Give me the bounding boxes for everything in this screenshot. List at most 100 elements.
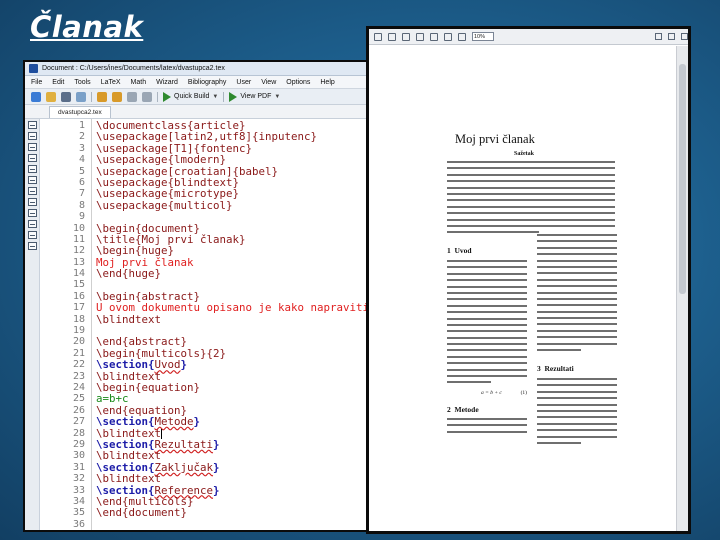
- line-number: 3: [78, 142, 85, 154]
- pdf-text-line: [447, 424, 527, 427]
- structure-panel-icon[interactable]: [27, 187, 37, 195]
- menu-item-file[interactable]: File: [31, 79, 42, 86]
- structure-panel-icon[interactable]: [27, 198, 37, 206]
- structure-panel-icon[interactable]: [27, 231, 37, 239]
- pdf-right-column-text-1: [537, 234, 617, 355]
- pdf-viewer-window: 10% Moj prvi članak Sažetak 1 Uvod a = b…: [366, 26, 691, 534]
- pdf-equation-text: a = b + c: [481, 390, 502, 396]
- structure-panel-icon[interactable]: [27, 121, 37, 129]
- pdf-text-line: [537, 378, 617, 380]
- pdf-section-name: Metode: [454, 405, 479, 414]
- line-number: 19: [72, 325, 85, 337]
- page-icon[interactable]: [374, 32, 382, 41]
- pdf-text-line: [447, 218, 615, 221]
- quick-build-button[interactable]: Quick Build ▼: [163, 91, 218, 102]
- latex-command: \blindtext: [96, 312, 162, 326]
- structure-panel-icon[interactable]: [27, 220, 37, 228]
- structure-panel-icon[interactable]: [27, 242, 37, 250]
- pdf-text-line: [447, 362, 527, 365]
- pdf-text-line: [447, 173, 615, 176]
- pdf-text-line: [447, 311, 527, 314]
- code-line[interactable]: \end{huge}: [96, 268, 393, 279]
- menu-item-view[interactable]: View: [261, 79, 276, 86]
- structure-panel-icon[interactable]: [27, 154, 37, 162]
- first-page-icon[interactable]: [388, 32, 396, 41]
- cut-icon[interactable]: [127, 91, 137, 102]
- previous-page-icon[interactable]: [402, 32, 410, 41]
- menu-item-bibliography[interactable]: Bibliography: [188, 79, 227, 86]
- pdf-text-line: [537, 259, 617, 262]
- menu-item-user[interactable]: User: [236, 79, 251, 86]
- menu-item-help[interactable]: Help: [320, 79, 334, 86]
- menu-item-tools[interactable]: Tools: [74, 79, 90, 86]
- menu-bar: File Edit Tools LaTeX Math Wizard Biblio…: [25, 76, 393, 89]
- section-argument: Zaključak: [154, 460, 214, 474]
- structure-panel-icon[interactable]: [27, 132, 37, 140]
- code-line[interactable]: [96, 519, 393, 530]
- menu-item-latex[interactable]: LaTeX: [101, 79, 121, 86]
- line-number: 12: [72, 245, 85, 257]
- save-icon[interactable]: [61, 91, 71, 102]
- code-line[interactable]: \usepackage{multicol}: [96, 200, 393, 211]
- maximize-icon[interactable]: [668, 33, 675, 40]
- structure-panel-icon[interactable]: [27, 176, 37, 184]
- file-tab-bar: dvastupca2.tex: [25, 105, 393, 119]
- menu-item-edit[interactable]: Edit: [52, 79, 64, 86]
- minimize-icon[interactable]: [655, 33, 662, 40]
- last-page-icon[interactable]: [430, 32, 438, 41]
- code-editor[interactable]: \documentclass{article} \usepackage[latin…: [92, 119, 393, 530]
- redo-icon[interactable]: [112, 91, 122, 102]
- menu-item-math[interactable]: Math: [131, 79, 147, 86]
- structure-panel-icon[interactable]: [27, 209, 37, 217]
- pdf-section-heading: 1 Uvod: [447, 246, 472, 255]
- latex-command: \usepackage{multicol}: [96, 198, 233, 212]
- view-pdf-button[interactable]: View PDF ▼: [229, 91, 280, 102]
- structure-panel-icon[interactable]: [27, 165, 37, 173]
- copy-icon[interactable]: [142, 91, 152, 102]
- menu-item-wizard[interactable]: Wizard: [156, 79, 178, 86]
- pdf-abstract-text: [447, 161, 615, 238]
- line-number: 31: [72, 461, 85, 473]
- slide-title: Članak: [30, 10, 144, 44]
- menu-item-options[interactable]: Options: [286, 79, 310, 86]
- pdf-text-line: [447, 161, 615, 163]
- pdf-text-line: [537, 291, 617, 294]
- open-file-icon[interactable]: [46, 91, 56, 102]
- code-line[interactable]: \end{document}: [96, 507, 393, 518]
- pdf-text-line: [447, 381, 491, 384]
- pointer-icon[interactable]: [444, 32, 452, 41]
- pdf-scroll-thumb[interactable]: [679, 64, 686, 294]
- zoom-select[interactable]: 10%: [472, 32, 494, 41]
- close-icon[interactable]: [681, 33, 688, 40]
- pdf-text-line: [447, 298, 527, 301]
- play-icon: [163, 91, 171, 102]
- pdf-text-line: [447, 167, 615, 170]
- line-number-gutter: 1 2 3 4 5 6 7 8 9 10 11 12 13 14 15 16 17 18 19 20 21 22 23 24 2…: [40, 119, 92, 530]
- pdf-text-line: [537, 441, 581, 444]
- pdf-text-line: [537, 329, 617, 332]
- latex-brace: }: [213, 460, 220, 474]
- pdf-text-line: [447, 205, 615, 208]
- print-icon[interactable]: [76, 91, 86, 102]
- code-line[interactable]: \begin{equation}: [96, 382, 393, 393]
- undo-icon[interactable]: [97, 91, 107, 102]
- pdf-text-line: [447, 199, 615, 202]
- file-tab[interactable]: dvastupca2.tex: [49, 106, 111, 118]
- line-number: 30: [72, 450, 85, 462]
- new-file-icon[interactable]: [31, 91, 41, 102]
- line-number: 21: [72, 347, 85, 359]
- pdf-text-line: [537, 323, 617, 326]
- editor-window: Document : C:/Users/ines/Documents/latex…: [23, 60, 395, 532]
- pdf-text-line: [447, 349, 527, 352]
- line-number: 33: [72, 484, 85, 496]
- pdf-text-line: [447, 291, 527, 294]
- line-number: 27: [72, 416, 85, 428]
- quick-build-label: Quick Build: [174, 93, 210, 100]
- pdf-text-line: [447, 375, 527, 378]
- zoom-in-icon[interactable]: [458, 32, 466, 41]
- pdf-scrollbar[interactable]: [676, 46, 688, 531]
- structure-panel-icon[interactable]: [27, 143, 37, 151]
- code-line[interactable]: \blindtext: [96, 312, 393, 326]
- next-page-icon[interactable]: [416, 32, 424, 41]
- pdf-page: Moj prvi članak Sažetak 1 Uvod a = b + c…: [369, 46, 676, 531]
